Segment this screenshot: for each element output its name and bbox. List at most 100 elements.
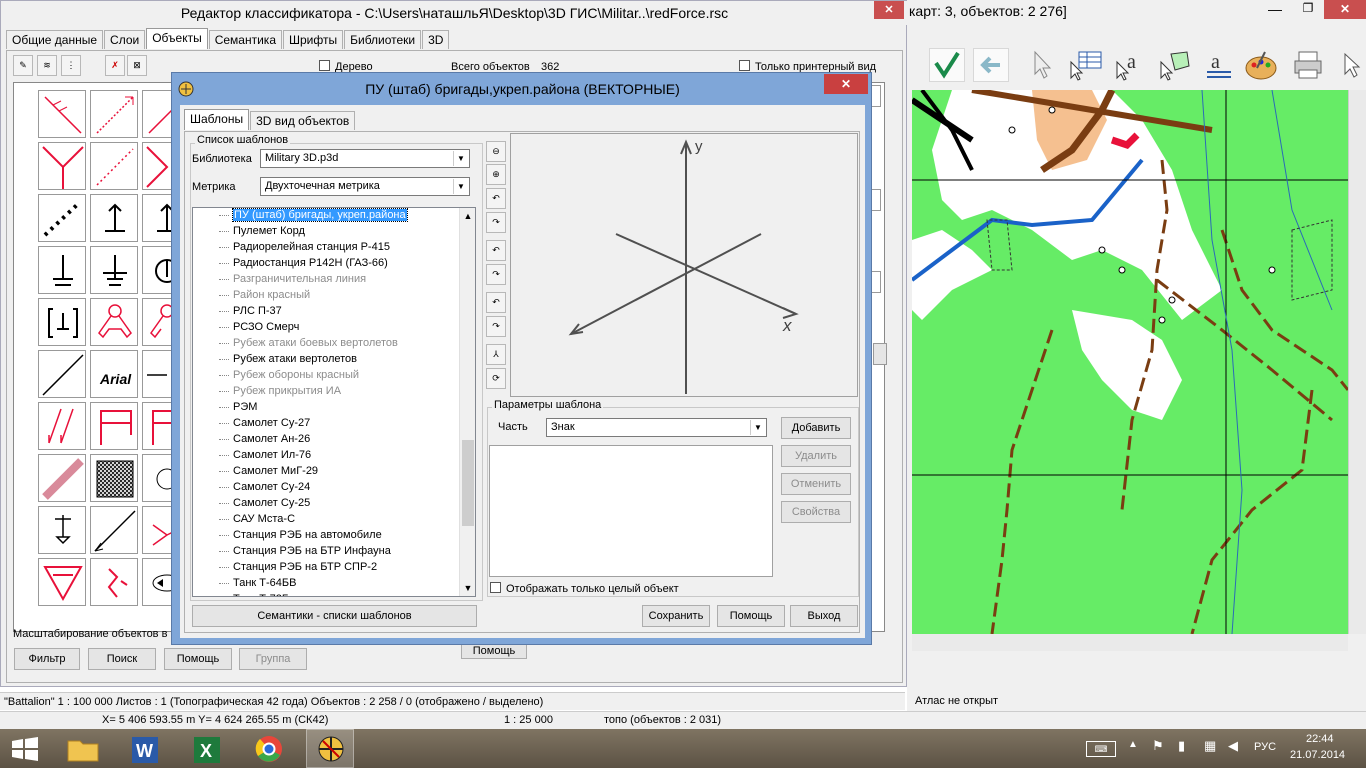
list-item[interactable]: Разграничительная линия bbox=[193, 271, 457, 287]
tab-semantics[interactable]: Семантика bbox=[208, 30, 282, 49]
explorer-taskbar-icon[interactable] bbox=[60, 731, 106, 767]
list-item[interactable]: Самолет Ан-26 bbox=[193, 431, 457, 447]
text-edit-icon[interactable]: a bbox=[1199, 48, 1235, 82]
whole-object-checkbox[interactable]: Отображать только целый объект bbox=[490, 582, 679, 595]
grid-tool-icon[interactable]: ⋮ bbox=[61, 55, 81, 76]
list-scrollbar[interactable]: ▲ ▼ bbox=[459, 208, 475, 596]
volume-icon[interactable]: ◀ bbox=[1228, 738, 1238, 754]
scroll-up-icon[interactable]: ▲ bbox=[460, 208, 475, 224]
refresh-icon[interactable]: ⟳ bbox=[486, 368, 506, 389]
rotate-y-left-icon[interactable]: ↶ bbox=[486, 240, 506, 261]
draw-tool-icon[interactable]: ✎ bbox=[13, 55, 33, 76]
symbol-cell-8[interactable] bbox=[90, 194, 138, 242]
templates-list[interactable]: ПУ (штаб) бригады, укреп.района Пулемет К… bbox=[192, 207, 476, 597]
tab-objects[interactable]: Объекты bbox=[146, 28, 208, 49]
back-arrow-icon[interactable] bbox=[973, 48, 1009, 82]
symbol-cell-5[interactable] bbox=[90, 142, 138, 190]
properties-button[interactable]: Свойства bbox=[781, 501, 851, 523]
list-item[interactable]: Самолет Су-25 bbox=[193, 495, 457, 511]
list-item[interactable]: РЛС П-37 bbox=[193, 303, 457, 319]
symbol-cell-11[interactable] bbox=[90, 246, 138, 294]
list-item[interactable]: Рубеж прикрытия ИА bbox=[193, 383, 457, 399]
symbol-cell-4[interactable] bbox=[38, 142, 86, 190]
list-item[interactable]: САУ Мста-С bbox=[193, 511, 457, 527]
help-button[interactable]: Помощь bbox=[164, 648, 232, 670]
rotate-z-left-icon[interactable]: ↶ bbox=[486, 188, 506, 209]
tab-fonts[interactable]: Шрифты bbox=[283, 30, 344, 49]
window-close-button[interactable]: ✕ bbox=[874, 1, 904, 19]
preview-3d[interactable]: у х bbox=[510, 133, 858, 397]
select-polygon-icon[interactable] bbox=[1157, 48, 1193, 82]
tab-templates[interactable]: Шаблоны bbox=[184, 109, 250, 130]
rotate-x-right-icon[interactable]: ↷ bbox=[486, 316, 506, 337]
symbol-cell-16[interactable] bbox=[38, 350, 86, 398]
add-button[interactable]: Добавить bbox=[781, 417, 851, 439]
list-item[interactable]: РСЗО Смерч bbox=[193, 319, 457, 335]
map-hscrollbar[interactable] bbox=[912, 634, 1348, 651]
cancel-button[interactable]: Отменить bbox=[781, 473, 851, 495]
start-button[interactable] bbox=[10, 737, 40, 761]
symbol-cell-23[interactable] bbox=[90, 454, 138, 502]
search-button[interactable]: Поиск bbox=[88, 648, 156, 670]
symbol-cell-10[interactable] bbox=[38, 246, 86, 294]
list-item[interactable]: Самолет Су-24 bbox=[193, 479, 457, 495]
zoom-out-icon[interactable]: ⊖ bbox=[486, 141, 506, 162]
delete-tool-icon[interactable]: ✗ bbox=[105, 55, 125, 76]
scroll-thumb[interactable] bbox=[462, 440, 474, 526]
pointer-icon[interactable] bbox=[1337, 48, 1365, 82]
palette-icon[interactable] bbox=[1243, 48, 1279, 82]
map-close-button[interactable]: ✕ bbox=[1324, 0, 1366, 19]
dialog-close-button[interactable]: ✕ bbox=[824, 74, 868, 94]
tab-3d[interactable]: 3D bbox=[422, 30, 450, 49]
network-icon[interactable]: ▦ bbox=[1204, 738, 1216, 754]
list-item[interactable]: Радиорелейная станция Р-415 bbox=[193, 239, 457, 255]
list-item[interactable]: Рубеж атаки вертолетов bbox=[193, 351, 457, 367]
library-select[interactable]: Military 3D.p3d ▼ bbox=[260, 149, 470, 168]
list-item[interactable]: РЭМ bbox=[193, 399, 457, 415]
tab-libraries[interactable]: Библиотеки bbox=[344, 30, 422, 49]
rotate-x-left-icon[interactable]: ↶ bbox=[486, 292, 506, 313]
symbol-cell-22[interactable] bbox=[38, 454, 86, 502]
tab-3d-view[interactable]: 3D вид объектов bbox=[250, 111, 356, 130]
tab-layers[interactable]: Слои bbox=[104, 30, 146, 49]
rotate-y-right-icon[interactable]: ↷ bbox=[486, 264, 506, 285]
group-button[interactable]: Группа bbox=[239, 648, 307, 670]
cursor-icon[interactable] bbox=[1025, 48, 1055, 82]
list-item[interactable]: Танк Т-64БВ bbox=[193, 575, 457, 591]
scroll-down-icon[interactable]: ▼ bbox=[460, 580, 475, 596]
map-canvas[interactable] bbox=[912, 90, 1348, 634]
tray-arrow-icon[interactable]: ▲ bbox=[1128, 739, 1138, 750]
filter-button[interactable]: Фильтр bbox=[14, 648, 80, 670]
select-text-icon[interactable]: a bbox=[1113, 48, 1149, 82]
tab-general[interactable]: Общие данные bbox=[6, 30, 104, 49]
symbol-cell-17[interactable]: Arial bbox=[90, 350, 138, 398]
keyboard-icon[interactable]: ⌨ bbox=[1086, 741, 1116, 757]
restore-button[interactable]: ❐ bbox=[1295, 1, 1321, 19]
excel-taskbar-icon[interactable]: X bbox=[184, 731, 230, 767]
list-item[interactable]: Самолет МиГ-29 bbox=[193, 463, 457, 479]
symbol-cell-14[interactable] bbox=[90, 298, 138, 346]
layers-tool-icon[interactable]: ≋ bbox=[37, 55, 57, 76]
check-icon[interactable] bbox=[929, 48, 965, 82]
zoom-in-icon[interactable]: ⊕ bbox=[486, 164, 506, 185]
list-item[interactable]: Танк Т-72Б bbox=[193, 591, 457, 596]
exit-button[interactable]: Выход bbox=[790, 605, 858, 627]
gis-taskbar-icon[interactable] bbox=[306, 729, 354, 768]
list-item[interactable]: Район красный bbox=[193, 287, 457, 303]
symbol-cell-7[interactable] bbox=[38, 194, 86, 242]
list-item[interactable]: Станция РЭБ на БТР СПР-2 bbox=[193, 559, 457, 575]
part-select[interactable]: Знак ▼ bbox=[546, 418, 767, 437]
battery-icon[interactable]: ▮ bbox=[1178, 738, 1185, 754]
symbol-cell-1[interactable] bbox=[38, 90, 86, 138]
dialog-help-button[interactable]: Помощь bbox=[717, 605, 785, 627]
list-item[interactable]: Рубеж атаки боевых вертолетов bbox=[193, 335, 457, 351]
params-textarea[interactable] bbox=[489, 445, 773, 577]
save-button[interactable]: Сохранить bbox=[642, 605, 710, 627]
symbol-cell-25[interactable] bbox=[38, 506, 86, 554]
language-indicator[interactable]: РУС bbox=[1254, 741, 1276, 753]
flag-icon[interactable]: ⚑ bbox=[1152, 738, 1164, 754]
clock-time[interactable]: 22:44 bbox=[1306, 733, 1334, 745]
symbol-cell-28[interactable] bbox=[38, 558, 86, 606]
symbol-cell-2[interactable] bbox=[90, 90, 138, 138]
symbol-cell-20[interactable] bbox=[90, 402, 138, 450]
